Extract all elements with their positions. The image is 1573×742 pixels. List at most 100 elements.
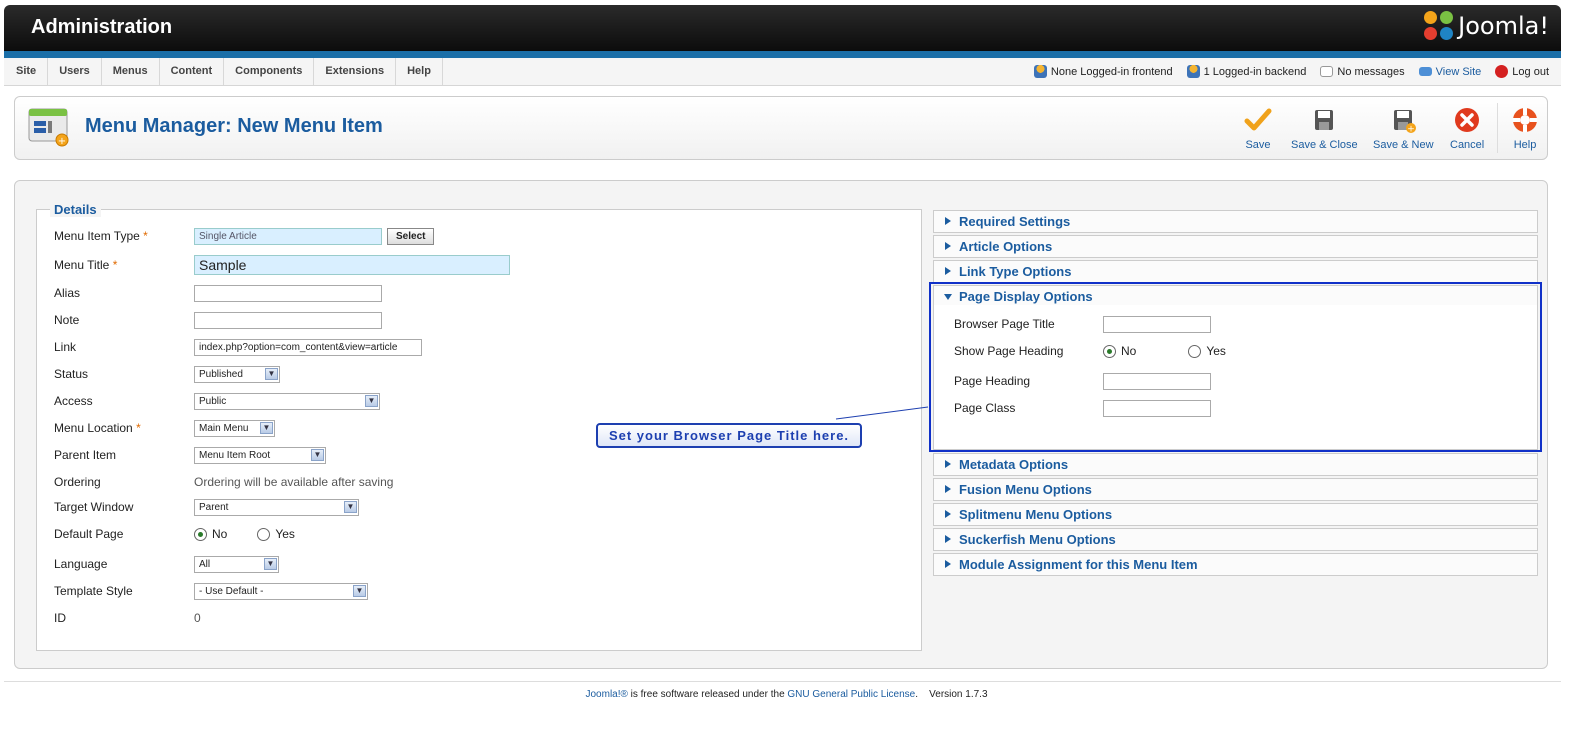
menu-components[interactable]: Components [224,58,315,85]
save-button[interactable]: Save [1242,107,1274,151]
row-default-page: Default Page No Yes [54,527,295,541]
footer-divider [4,681,1561,682]
panel-link-type-options[interactable]: Link Type Options [933,260,1538,283]
target-window-select[interactable]: Parent ▼ [194,498,359,516]
menu-item-type-field[interactable]: Single Article [194,227,382,245]
row-note: Note [54,310,914,330]
panel-module-assignment[interactable]: Module Assignment for this Menu Item [933,553,1538,576]
view-site-link[interactable]: View Site [1418,66,1481,78]
expand-arrow-icon [945,485,951,493]
status-messages[interactable]: No messages [1320,66,1405,78]
panel-required-settings[interactable]: Required Settings [933,210,1538,233]
status-select[interactable]: Published ▼ [194,365,280,383]
radio-empty-icon [257,527,271,541]
floppy-disk-icon [1308,107,1340,135]
row-language: Language All ▼ [54,554,914,574]
chevron-down-icon: ▼ [260,421,273,434]
row-menu-item-type: Menu Item Type * Single Article Select [54,226,914,246]
chevron-down-icon: ▼ [311,448,324,461]
menu-title-input[interactable]: Sample [194,255,510,275]
menu-menus[interactable]: Menus [102,58,160,85]
user-frontend-icon [1033,65,1047,78]
page-title: Menu Manager: New Menu Item [85,115,383,137]
logout-link[interactable]: Log out [1495,65,1549,78]
menu-content[interactable]: Content [160,58,225,85]
cancel-x-icon [1451,107,1483,135]
access-select[interactable]: Public ▼ [194,392,380,410]
chevron-down-icon: ▼ [265,367,278,380]
row-ordering: Ordering Ordering will be available afte… [54,475,394,489]
chevron-down-icon: ▼ [264,557,277,570]
template-style-select[interactable]: - Use Default - ▼ [194,582,368,600]
details-legend: Details [50,202,101,217]
row-parent-item: Parent Item Menu Item Root ▼ [54,445,914,465]
license-link[interactable]: GNU General Public License [787,689,915,700]
note-input[interactable] [194,311,382,329]
menu-manager-icon: + [28,108,69,147]
envelope-icon [1320,66,1334,77]
menu-site[interactable]: Site [4,58,49,85]
toolbar-panel: + Menu Manager: New Menu Item Save Save … [14,96,1548,160]
monitor-icon [1418,67,1432,76]
cancel-button[interactable]: Cancel [1450,107,1484,151]
logout-icon [1495,65,1509,78]
floppy-disk-plus-icon: + [1387,107,1419,135]
toolbar-separator [1497,103,1498,153]
alias-input[interactable] [194,284,382,302]
joomla-logo-text: Joomla! [1458,12,1549,40]
row-template-style: Template Style - Use Default - ▼ [54,581,914,601]
panel-splitmenu-menu-options[interactable]: Splitmenu Menu Options [933,503,1538,526]
help-button[interactable]: Help [1509,107,1541,151]
save-new-button[interactable]: + Save & New [1373,107,1434,151]
joomla-link[interactable]: Joomla!® [585,689,627,700]
menu-help[interactable]: Help [396,58,443,85]
expand-arrow-icon [945,535,951,543]
row-alias: Alias [54,283,914,303]
highlight-box [929,282,1542,452]
expand-arrow-icon [945,510,951,518]
id-value: 0 [194,611,201,625]
chevron-down-icon: ▼ [353,584,366,597]
svg-text:+: + [58,136,66,147]
status-frontend: None Logged-in frontend [1033,65,1173,78]
default-page-yes-radio[interactable]: Yes [257,527,295,541]
user-backend-icon [1186,65,1200,78]
row-target-window: Target Window Parent ▼ [54,497,914,517]
default-page-no-radio[interactable]: No [194,527,227,541]
joomla-logo-mark-icon [1424,11,1454,41]
menu-extensions[interactable]: Extensions [314,58,397,85]
panel-suckerfish-menu-options[interactable]: Suckerfish Menu Options [933,528,1538,551]
panel-article-options[interactable]: Article Options [933,235,1538,258]
footer-version: . Version 1.7.3 [915,689,988,700]
row-menu-title: Menu Title * Sample [54,255,914,275]
header-stripe [4,51,1561,58]
chevron-down-icon: ▼ [365,394,378,407]
parent-item-select[interactable]: Menu Item Root ▼ [194,446,326,464]
menu-location-select[interactable]: Main Menu ▼ [194,419,275,437]
admin-title: Administration [31,16,173,38]
expand-arrow-icon [945,242,951,250]
radio-selected-icon [194,527,207,541]
svg-text:+: + [1407,125,1415,135]
panel-fusion-menu-options[interactable]: Fusion Menu Options [933,478,1538,501]
expand-arrow-icon [945,460,951,468]
footer: Joomla!® is free software released under… [0,689,1573,700]
callout-annotation: Set your Browser Page Title here. [596,423,862,448]
select-type-button[interactable]: Select [387,227,435,245]
menu-users[interactable]: Users [48,58,102,85]
row-id: ID 0 [54,611,201,625]
status-area: None Logged-in frontend 1 Logged-in back… [1020,58,1549,85]
chevron-down-icon: ▼ [344,500,357,513]
save-close-button[interactable]: Save & Close [1291,107,1358,151]
panel-metadata-options[interactable]: Metadata Options [933,453,1538,476]
footer-text: is free software released under the [627,689,788,700]
lifebuoy-icon [1509,107,1541,135]
expand-arrow-icon [945,267,951,275]
expand-arrow-icon [945,217,951,225]
link-field[interactable]: index.php?option=com_content&view=articl… [194,338,422,356]
status-backend: 1 Logged-in backend [1186,65,1306,78]
admin-header: Administration Joomla! [4,5,1561,51]
expand-arrow-icon [945,560,951,568]
language-select[interactable]: All ▼ [194,555,279,573]
row-link: Link index.php?option=com_content&view=a… [54,337,914,357]
